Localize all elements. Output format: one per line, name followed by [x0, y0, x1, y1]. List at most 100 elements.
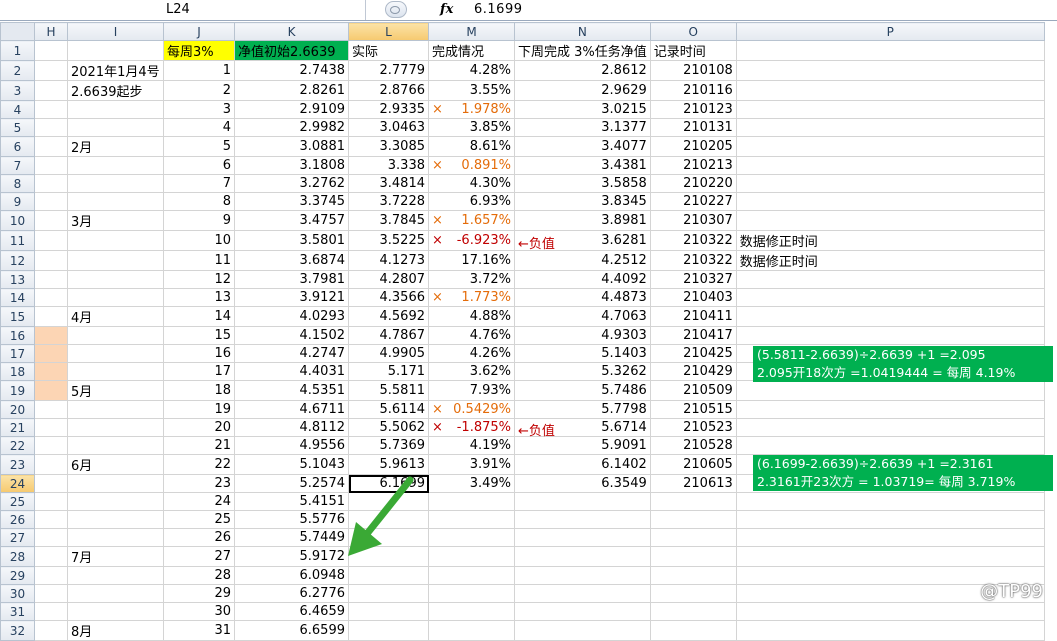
cell-k16[interactable]: 4.1502 [234, 326, 349, 345]
cell-m7[interactable]: × 0.891% [428, 156, 515, 175]
cell-j22[interactable]: 21 [163, 436, 235, 455]
cell-n14[interactable]: 4.4873 [514, 288, 651, 307]
cell-o4[interactable]: 210123 [649, 100, 737, 119]
column-header-p[interactable]: P [735, 22, 1045, 41]
cell-n25[interactable] [514, 492, 651, 511]
cell-h12[interactable] [34, 250, 68, 271]
cell-m13[interactable]: 3.72% [428, 270, 515, 289]
cell-o11[interactable]: 210322 [649, 230, 737, 251]
cell-l16[interactable]: 4.7867 [348, 326, 429, 345]
cell-l30[interactable] [348, 584, 429, 603]
row-header[interactable]: 30 [0, 584, 35, 603]
cell-o1[interactable]: 记录时间 [649, 40, 737, 61]
cell-m27[interactable] [428, 528, 515, 547]
cell-i28[interactable]: 7月 [67, 546, 164, 567]
cell-h9[interactable] [34, 192, 68, 211]
cell-h10[interactable] [34, 210, 68, 231]
column-header-k[interactable]: K [234, 22, 349, 41]
row-header[interactable]: 32 [0, 620, 35, 641]
cell-n31[interactable] [514, 602, 651, 621]
cell-i18[interactable] [67, 362, 164, 381]
cell-l7[interactable]: 3.338 [348, 156, 429, 175]
cell-j9[interactable]: 8 [163, 192, 235, 211]
cell-m14[interactable]: × 1.773% [428, 288, 515, 307]
cell-h1[interactable] [34, 40, 68, 61]
cell-h8[interactable] [34, 174, 68, 193]
cell-m24[interactable]: 3.49% [428, 474, 515, 493]
row-header[interactable]: 4 [0, 100, 35, 119]
cell-n23[interactable]: 6.1402 [514, 454, 651, 475]
cell-h11[interactable] [34, 230, 68, 251]
cell-k9[interactable]: 3.3745 [234, 192, 349, 211]
cell-k24[interactable]: 5.2574 [234, 474, 349, 493]
cell-o19[interactable]: 210509 [649, 380, 737, 401]
cell-n15[interactable]: 4.7063 [514, 306, 651, 327]
cell-h16[interactable] [34, 326, 68, 345]
cell-n6[interactable]: 3.4077 [514, 136, 651, 157]
cell-o25[interactable] [649, 492, 737, 511]
cell-j25[interactable]: 24 [163, 492, 235, 511]
cell-n22[interactable]: 5.9091 [514, 436, 651, 455]
cell-j21[interactable]: 20 [163, 418, 235, 437]
cell-h14[interactable] [34, 288, 68, 307]
cell-k2[interactable]: 2.7438 [234, 60, 349, 81]
row-header[interactable]: 14 [0, 288, 35, 307]
cell-i12[interactable] [67, 250, 164, 271]
cell-k22[interactable]: 4.9556 [234, 436, 349, 455]
cell-m4[interactable]: × 1.978% [428, 100, 515, 119]
spreadsheet-grid[interactable]: H I J K L M N O P 1 每周3% 净值初始2.6639 实际 完成情况 下周完成 3%任务净… [0, 22, 1045, 641]
cell-j1[interactable]: 每周3% [163, 40, 235, 61]
row-header[interactable]: 8 [0, 174, 35, 193]
cell-n2[interactable]: 2.8612 [514, 60, 651, 81]
formula-expand-button[interactable] [385, 1, 407, 18]
cell-n32[interactable] [514, 620, 651, 641]
cell-o27[interactable] [649, 528, 737, 547]
cell-p15[interactable] [735, 306, 1045, 327]
cell-m29[interactable] [428, 566, 515, 585]
cell-n8[interactable]: 3.5858 [514, 174, 651, 193]
cell-l31[interactable] [348, 602, 429, 621]
cell-n27[interactable] [514, 528, 651, 547]
cell-k29[interactable]: 6.0948 [234, 566, 349, 585]
cell-j3[interactable]: 2 [163, 80, 235, 101]
cell-m30[interactable] [428, 584, 515, 603]
row-header[interactable]: 21 [0, 418, 35, 437]
cell-n29[interactable] [514, 566, 651, 585]
cell-k23[interactable]: 5.1043 [234, 454, 349, 475]
cell-l6[interactable]: 3.3085 [348, 136, 429, 157]
cell-l3[interactable]: 2.8766 [348, 80, 429, 101]
cell-o30[interactable] [649, 584, 737, 603]
row-header[interactable]: 27 [0, 528, 35, 547]
row-header[interactable]: 26 [0, 510, 35, 529]
cell-j6[interactable]: 5 [163, 136, 235, 157]
cell-l13[interactable]: 4.2807 [348, 270, 429, 289]
cell-j29[interactable]: 28 [163, 566, 235, 585]
cell-i15[interactable]: 4月 [67, 306, 164, 327]
cell-o13[interactable]: 210327 [649, 270, 737, 289]
row-header[interactable]: 1 [0, 40, 35, 61]
cell-k27[interactable]: 5.7449 [234, 528, 349, 547]
row-header[interactable]: 9 [0, 192, 35, 211]
cell-k8[interactable]: 3.2762 [234, 174, 349, 193]
cell-i1[interactable] [67, 40, 164, 61]
cell-j12[interactable]: 11 [163, 250, 235, 271]
row-header[interactable]: 25 [0, 492, 35, 511]
cell-j5[interactable]: 4 [163, 118, 235, 137]
cell-n28[interactable] [514, 546, 651, 567]
cell-i14[interactable] [67, 288, 164, 307]
cell-m5[interactable]: 3.85% [428, 118, 515, 137]
row-header[interactable]: 5 [0, 118, 35, 137]
row-header[interactable]: 6 [0, 136, 35, 157]
name-box[interactable]: L24 [0, 0, 366, 20]
column-header-h[interactable]: H [34, 22, 68, 41]
cell-p21[interactable] [735, 418, 1045, 437]
cell-h2[interactable] [34, 60, 68, 81]
cell-j8[interactable]: 7 [163, 174, 235, 193]
cell-j7[interactable]: 6 [163, 156, 235, 175]
cell-p28[interactable] [735, 546, 1045, 567]
cell-n26[interactable] [514, 510, 651, 529]
cell-k6[interactable]: 3.0881 [234, 136, 349, 157]
cell-l15[interactable]: 4.5692 [348, 306, 429, 327]
cell-m2[interactable]: 4.28% [428, 60, 515, 81]
cell-m3[interactable]: 3.55% [428, 80, 515, 101]
